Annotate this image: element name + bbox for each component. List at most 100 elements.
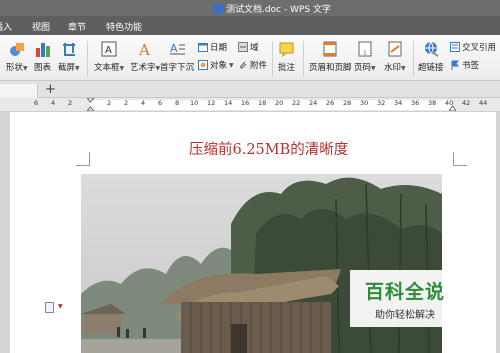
paperclip-icon bbox=[238, 60, 248, 70]
brand-tagline: 助你轻松解决 bbox=[375, 309, 435, 321]
svg-text:1: 1 bbox=[363, 50, 367, 57]
shape-button[interactable]: 形状▼ bbox=[6, 41, 28, 73]
brand-name: 百科全说 bbox=[364, 280, 445, 303]
menu-section[interactable]: 章节 bbox=[68, 20, 86, 33]
watermark-button[interactable]: 水印▼ bbox=[384, 41, 406, 73]
ribbon-toolbar: 形状▼ 图表 截屏▼ A 文本框▼ A 艺术字▼ A 首字下沉 日期 域 对象 … bbox=[0, 35, 500, 81]
ruler-tick-label: 30 bbox=[360, 99, 369, 107]
cross-reference-label: 交叉引用 bbox=[462, 43, 497, 53]
page-number-label: 页码 bbox=[354, 63, 372, 73]
header-footer-label: 页眉和页脚 bbox=[309, 63, 352, 73]
ruler-tick-label: 2 bbox=[107, 99, 112, 107]
cross-reference-button[interactable]: 交叉引用 bbox=[450, 41, 496, 53]
field-label: 域 bbox=[250, 43, 259, 53]
ruler-tick-label: 22 bbox=[292, 99, 301, 107]
ruler-tick-label: 26 bbox=[326, 99, 335, 107]
left-indent-marker[interactable] bbox=[87, 98, 94, 111]
textbox-button[interactable]: A 文本框▼ bbox=[94, 41, 124, 73]
bar-chart-icon bbox=[35, 41, 51, 57]
svg-text:A: A bbox=[105, 45, 112, 56]
ruler-tick-label: 4 bbox=[51, 99, 56, 107]
ribbon-separator bbox=[87, 41, 88, 77]
object-button[interactable]: 对象 ▼ bbox=[198, 59, 234, 71]
comment-button[interactable]: 批注 bbox=[278, 41, 295, 73]
menu-view[interactable]: 视图 bbox=[32, 20, 50, 33]
attachment-button[interactable]: 附件 bbox=[238, 59, 267, 71]
ruler-tick-label: 20 bbox=[275, 99, 284, 107]
new-tab-button[interactable]: + bbox=[45, 82, 56, 97]
ribbon-separator bbox=[413, 41, 414, 77]
header-footer-icon bbox=[322, 41, 338, 57]
date-label: 日期 bbox=[210, 43, 228, 53]
textbox-icon: A bbox=[101, 41, 117, 57]
page-number-icon: 1 bbox=[357, 41, 373, 57]
ruler-tick-label: 10 bbox=[190, 99, 199, 107]
document-workspace: 压缩前6.25MB的清晰度 ▼ 百科全说 助你轻松解决 bbox=[0, 112, 500, 353]
paragraph-layout-arrow-icon[interactable]: ▼ bbox=[58, 303, 63, 310]
globe-link-icon bbox=[423, 41, 439, 57]
screenshot-icon bbox=[61, 41, 77, 57]
comment-label: 批注 bbox=[278, 63, 296, 73]
svg-text:A: A bbox=[170, 42, 178, 55]
chart-label: 图表 bbox=[34, 63, 52, 73]
date-button[interactable]: 日期 bbox=[198, 41, 227, 53]
menu-features[interactable]: 特色功能 bbox=[106, 20, 142, 33]
svg-text:A: A bbox=[138, 41, 150, 57]
ruler-tick-label: 42 bbox=[462, 99, 471, 107]
bookmark-label: 书签 bbox=[462, 61, 480, 71]
textbox-label: 文本框 bbox=[94, 63, 120, 73]
ribbon-separator bbox=[272, 41, 273, 77]
document-tab-bar: + bbox=[0, 81, 500, 98]
field-button[interactable]: 域 bbox=[238, 41, 259, 53]
ruler-tick-label: 38 bbox=[428, 99, 437, 107]
dropcap-button[interactable]: A 首字下沉 bbox=[160, 41, 194, 73]
ruler-tick-label: 32 bbox=[377, 99, 386, 107]
screenshot-label: 截屏 bbox=[58, 63, 76, 73]
watermark-icon bbox=[387, 41, 403, 57]
ruler-tick-label: 16 bbox=[241, 99, 250, 107]
header-footer-button[interactable]: 页眉和页脚 bbox=[309, 41, 352, 73]
screenshot-button[interactable]: 截屏▼ bbox=[58, 41, 80, 73]
menu-bar: 插入 视图 章节 特色功能 bbox=[0, 16, 500, 35]
ruler-tick-label: 2 bbox=[68, 99, 73, 107]
page-number-button[interactable]: 1 页码▼ bbox=[354, 41, 376, 73]
comment-icon bbox=[279, 41, 295, 58]
window-title: 测试文档.doc - WPS 文字 bbox=[226, 5, 331, 15]
ruler-tick-label: 28 bbox=[343, 99, 352, 107]
object-label: 对象 bbox=[210, 61, 228, 71]
ruler-tick-label: 4 bbox=[141, 99, 146, 107]
dropcap-label: 首字下沉 bbox=[160, 63, 195, 73]
ruler-tick-label: 8 bbox=[175, 99, 180, 107]
ribbon-separator bbox=[303, 41, 304, 77]
field-icon bbox=[238, 42, 248, 52]
horizontal-ruler[interactable]: 6 4 2 2 2 4 6 8 10 12 14 16 18 20 22 24 … bbox=[0, 98, 500, 112]
bookmark-flag-icon bbox=[450, 60, 460, 70]
wordart-button[interactable]: A 艺术字▼ bbox=[130, 41, 160, 73]
ruler-tick-label: 44 bbox=[479, 99, 488, 107]
document-icon bbox=[214, 3, 223, 14]
wordart-label: 艺术字 bbox=[130, 63, 156, 73]
watermark-label: 水印 bbox=[384, 63, 402, 73]
attachment-label: 附件 bbox=[250, 61, 268, 71]
title-bar: 测试文档.doc - WPS 文字 bbox=[0, 0, 500, 16]
document-tab[interactable] bbox=[0, 84, 38, 98]
ruler-tick-label: 6 bbox=[158, 99, 163, 107]
calendar-icon bbox=[198, 42, 208, 52]
object-icon bbox=[198, 60, 208, 70]
shape-icon bbox=[9, 41, 25, 57]
paragraph-layout-icon[interactable] bbox=[45, 302, 54, 313]
menu-insert[interactable]: 插入 bbox=[0, 20, 12, 33]
right-indent-marker[interactable] bbox=[449, 98, 456, 111]
ruler-tick-label: 18 bbox=[258, 99, 267, 107]
ruler-tick-label: 34 bbox=[394, 99, 403, 107]
ruler-tick-label: 2 bbox=[124, 99, 129, 107]
ruler-tick-label: 36 bbox=[411, 99, 420, 107]
hyperlink-button[interactable]: 超链接 bbox=[418, 41, 444, 73]
document-heading: 压缩前6.25MB的清晰度 bbox=[189, 142, 349, 158]
margin-corner-marker bbox=[76, 152, 90, 166]
chart-button[interactable]: 图表 bbox=[34, 41, 51, 73]
ruler-tick-label: 12 bbox=[207, 99, 216, 107]
ruler-tick-label: 24 bbox=[309, 99, 318, 107]
cross-reference-icon bbox=[450, 42, 460, 52]
bookmark-button[interactable]: 书签 bbox=[450, 59, 479, 71]
